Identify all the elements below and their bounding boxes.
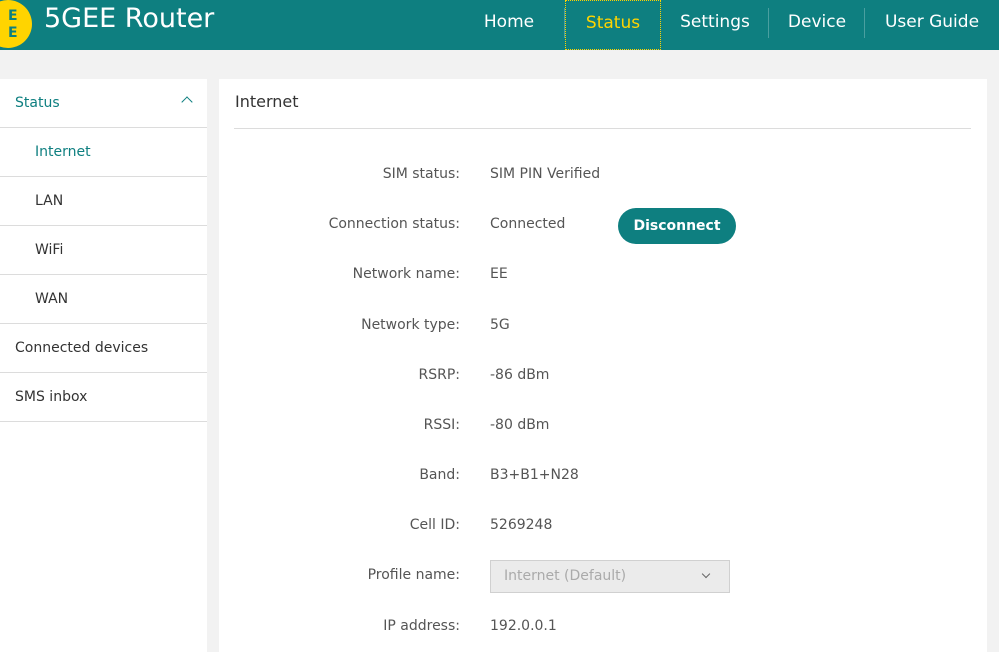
field-value: SIM PIN Verified [490,166,601,182]
sidebar-item-label: WiFi [35,242,64,258]
nav-home[interactable]: Home [453,0,565,50]
info-row-network-name: Network name: EE [219,260,987,290]
field-value: -80 dBm [490,417,550,433]
sidebar-item-label: SMS inbox [15,389,88,405]
field-label: Connection status: [328,216,460,232]
chevron-up-icon[interactable] [181,96,193,108]
field-value: B3+B1+N28 [490,467,579,483]
info-row-cell-id: Cell ID: 5269248 [219,511,987,541]
sidebar-item-connected-devices[interactable]: Connected devices [0,324,207,373]
field-value: 5269248 [490,517,553,533]
main-nav: Home Status Settings Device User Guide [453,0,999,50]
field-label: Network name: [352,266,460,282]
field-label: Cell ID: [409,517,460,533]
field-label: RSRP: [418,367,460,383]
field-label: Band: [419,467,460,483]
info-row-ip-address: IP address: 192.0.0.1 [219,612,987,642]
info-row-network-type: Network type: 5G [219,311,987,341]
profile-name-select[interactable]: Internet (Default) [490,560,730,593]
sidebar-item-status[interactable]: Status [0,79,207,128]
select-value: Internet (Default) [504,568,627,584]
sidebar-item-wan[interactable]: WAN [0,275,207,324]
field-value: -86 dBm [490,367,550,383]
nav-device[interactable]: Device [769,0,865,50]
sidebar-item-label: Internet [35,144,91,160]
sidebar-item-label: Connected devices [15,340,149,356]
main-panel: Internet SIM status: SIM PIN Verified Co… [219,79,987,652]
info-row-rsrp: RSRP: -86 dBm [219,361,987,391]
brand-title: 5GEE Router [44,3,215,34]
nav-settings[interactable]: Settings [661,0,769,50]
field-label: Network type: [361,317,460,333]
info-row-connection-status: Connection status: Connected Disconnect [219,208,987,244]
sidebar-item-label: Status [15,95,60,111]
field-value: 192.0.0.1 [490,618,557,634]
divider [234,128,971,129]
field-label: IP address: [383,618,460,634]
chevron-down-icon[interactable] [701,569,711,579]
page-title: Internet [235,92,299,111]
info-row-band: Band: B3+B1+N28 [219,461,987,491]
sidebar-item-lan[interactable]: LAN [0,177,207,226]
sidebar-item-label: LAN [35,193,64,209]
field-label: Profile name: [367,567,460,583]
info-row-profile-name: Profile name: Internet (Default) [219,560,987,593]
field-label: SIM status: [382,166,460,182]
field-label: RSSI: [423,417,460,433]
nav-user-guide[interactable]: User Guide [865,0,999,50]
field-value: 5G [490,317,510,333]
info-row-sim-status: SIM status: SIM PIN Verified [219,160,987,190]
sidebar: Status Internet LAN WiFi WAN Connected d… [0,79,207,652]
sidebar-item-internet[interactable]: Internet [0,128,207,177]
sidebar-item-wifi[interactable]: WiFi [0,226,207,275]
nav-status[interactable]: Status [565,0,661,50]
sidebar-item-label: WAN [35,291,69,307]
field-value: Connected [490,216,566,232]
ee-logo-icon[interactable]: E E [0,0,32,50]
info-row-rssi: RSSI: -80 dBm [219,411,987,441]
top-header: E E 5GEE Router Home Status Settings Dev… [0,0,999,50]
field-value: EE [490,266,508,282]
sidebar-item-sms-inbox[interactable]: SMS inbox [0,373,207,422]
disconnect-button[interactable]: Disconnect [618,208,736,244]
